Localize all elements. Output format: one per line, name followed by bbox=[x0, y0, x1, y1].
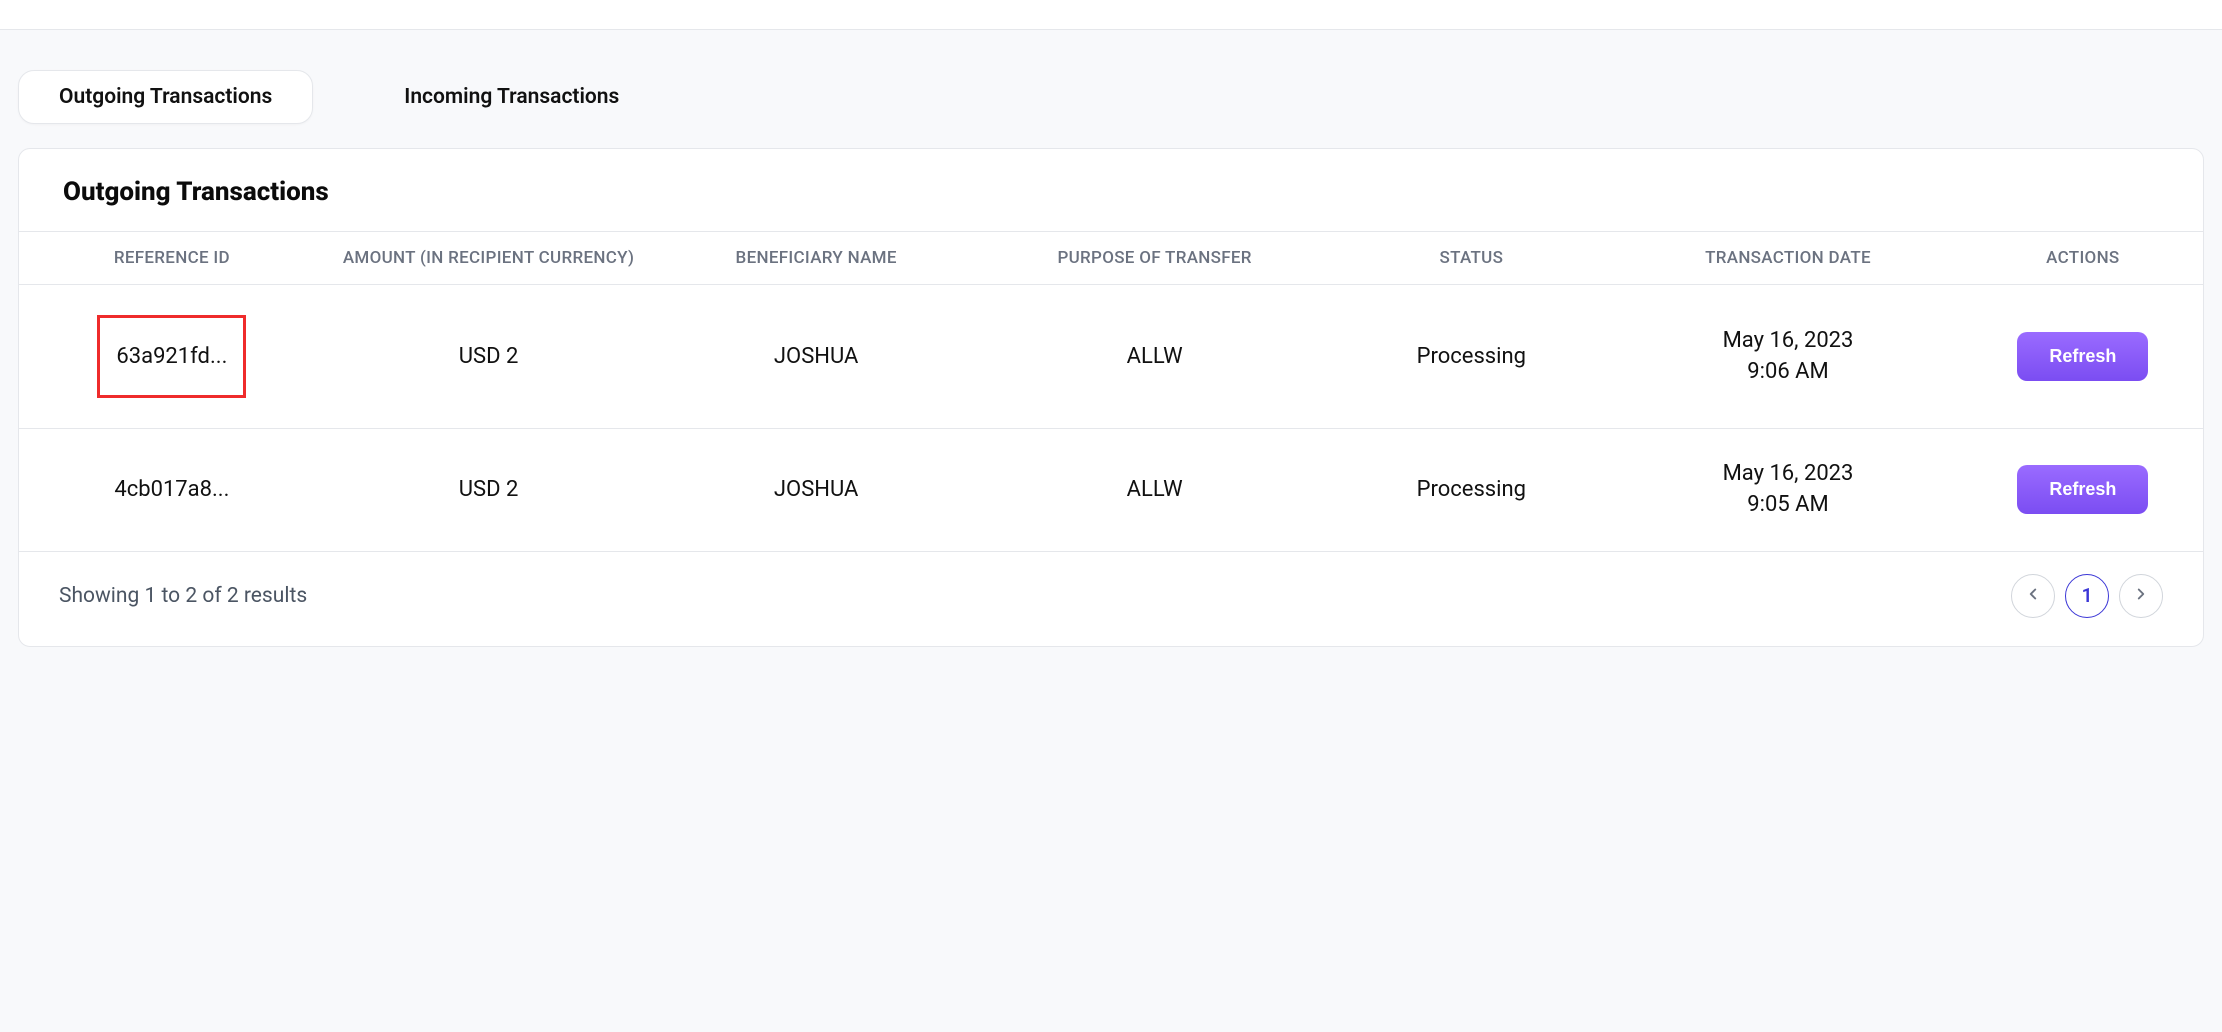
chevron-right-icon bbox=[2132, 585, 2150, 607]
cell-date: May 16, 2023 9:05 AM bbox=[1613, 429, 1962, 552]
date-line-1: May 16, 2023 bbox=[1623, 459, 1952, 490]
table-row: 63a921fd... USD 2 JOSHUA ALLW Processing… bbox=[19, 285, 2203, 429]
th-status: STATUS bbox=[1329, 232, 1613, 285]
cell-reference[interactable]: 4cb017a8... bbox=[19, 429, 325, 552]
date-line-2: 9:06 AM bbox=[1623, 357, 1952, 388]
cell-beneficiary: JOSHUA bbox=[652, 429, 980, 552]
cell-beneficiary: JOSHUA bbox=[652, 285, 980, 429]
refresh-button[interactable]: Refresh bbox=[2017, 332, 2148, 381]
pager-next-button[interactable] bbox=[2119, 574, 2163, 618]
cell-actions: Refresh bbox=[1963, 429, 2203, 552]
date-line-2: 9:05 AM bbox=[1623, 490, 1952, 521]
results-text: Showing 1 to 2 of 2 results bbox=[59, 584, 307, 608]
transactions-table: REFERENCE ID AMOUNT (IN RECIPIENT CURREN… bbox=[19, 231, 2203, 552]
pager: 1 bbox=[2011, 574, 2163, 618]
th-purpose: PURPOSE OF TRANSFER bbox=[980, 232, 1329, 285]
cell-purpose: ALLW bbox=[980, 285, 1329, 429]
cell-amount: USD 2 bbox=[325, 429, 653, 552]
th-beneficiary: BENEFICIARY NAME bbox=[652, 232, 980, 285]
tab-outgoing[interactable]: Outgoing Transactions bbox=[18, 70, 313, 124]
page-container: Outgoing Transactions Incoming Transacti… bbox=[0, 30, 2222, 1032]
card-title: Outgoing Transactions bbox=[63, 177, 2159, 207]
table-header-row: REFERENCE ID AMOUNT (IN RECIPIENT CURREN… bbox=[19, 232, 2203, 285]
cell-amount: USD 2 bbox=[325, 285, 653, 429]
card-footer: Showing 1 to 2 of 2 results 1 bbox=[19, 552, 2203, 646]
refresh-button[interactable]: Refresh bbox=[2017, 465, 2148, 514]
cell-date: May 16, 2023 9:06 AM bbox=[1613, 285, 1962, 429]
th-date: TRANSACTION DATE bbox=[1613, 232, 1962, 285]
cell-purpose: ALLW bbox=[980, 429, 1329, 552]
pager-prev-button[interactable] bbox=[2011, 574, 2055, 618]
th-amount: AMOUNT (IN RECIPIENT CURRENCY) bbox=[325, 232, 653, 285]
pager-page-1[interactable]: 1 bbox=[2065, 574, 2109, 618]
reference-highlight[interactable]: 63a921fd... bbox=[97, 315, 246, 398]
th-reference: REFERENCE ID bbox=[19, 232, 325, 285]
transactions-card: Outgoing Transactions REFERENCE ID AMOUN… bbox=[18, 148, 2204, 647]
cell-reference: 63a921fd... bbox=[19, 285, 325, 429]
cell-actions: Refresh bbox=[1963, 285, 2203, 429]
tab-incoming[interactable]: Incoming Transactions bbox=[363, 70, 660, 124]
tabs-bar: Outgoing Transactions Incoming Transacti… bbox=[18, 70, 2204, 124]
th-actions: ACTIONS bbox=[1963, 232, 2203, 285]
chevron-left-icon bbox=[2024, 585, 2042, 607]
cell-status: Processing bbox=[1329, 285, 1613, 429]
top-divider bbox=[0, 0, 2222, 30]
table-row: 4cb017a8... USD 2 JOSHUA ALLW Processing… bbox=[19, 429, 2203, 552]
date-line-1: May 16, 2023 bbox=[1623, 326, 1952, 357]
cell-status: Processing bbox=[1329, 429, 1613, 552]
card-header: Outgoing Transactions bbox=[19, 149, 2203, 231]
